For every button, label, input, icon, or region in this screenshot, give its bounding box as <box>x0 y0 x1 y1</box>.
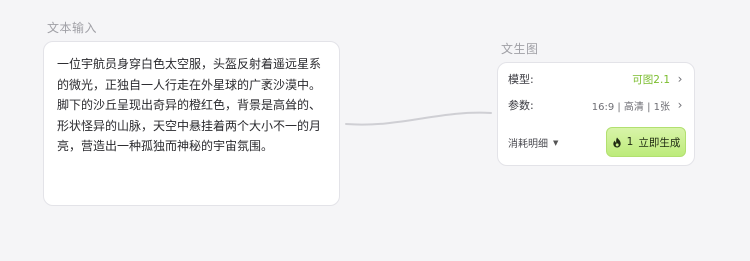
cost-detail-label: 消耗明细 <box>508 139 548 150</box>
params-label: 参数: <box>508 99 534 112</box>
text-to-image-card: 模型: 可图2.1 › 参数: 16:9 | 高清 | 1张 › 消耗明细 ▼ … <box>497 62 695 166</box>
caret-down-icon: ▼ <box>553 138 559 147</box>
text-input-node-title: 文本输入 <box>47 21 98 35</box>
chevron-right-icon: › <box>677 98 683 112</box>
params-value: 16:9 | 高清 | 1张 <box>591 101 670 113</box>
text-to-image-node-title: 文生图 <box>501 42 539 56</box>
model-label: 模型: <box>508 73 534 86</box>
flame-icon <box>612 136 621 148</box>
model-value: 可图2.1 <box>632 73 670 86</box>
params-row[interactable]: 参数: 16:9 | 高清 | 1张 › <box>508 97 684 113</box>
model-row[interactable]: 模型: 可图2.1 › <box>508 71 684 87</box>
generate-button[interactable]: 1 立即生成 <box>606 127 686 157</box>
generate-count: 1 <box>626 136 634 148</box>
prompt-textarea[interactable]: 一位宇航员身穿白色太空服，头盔反射着遥远星系的微光，正独自一人行走在外星球的广袤… <box>57 54 327 157</box>
chevron-right-icon: › <box>677 72 683 86</box>
cost-detail-dropdown[interactable]: 消耗明细 ▼ <box>508 135 559 151</box>
generate-label: 立即生成 <box>638 136 681 149</box>
text-input-card[interactable]: 一位宇航员身穿白色太空服，头盔反射着遥远星系的微光，正独自一人行走在外星球的广袤… <box>43 41 340 206</box>
